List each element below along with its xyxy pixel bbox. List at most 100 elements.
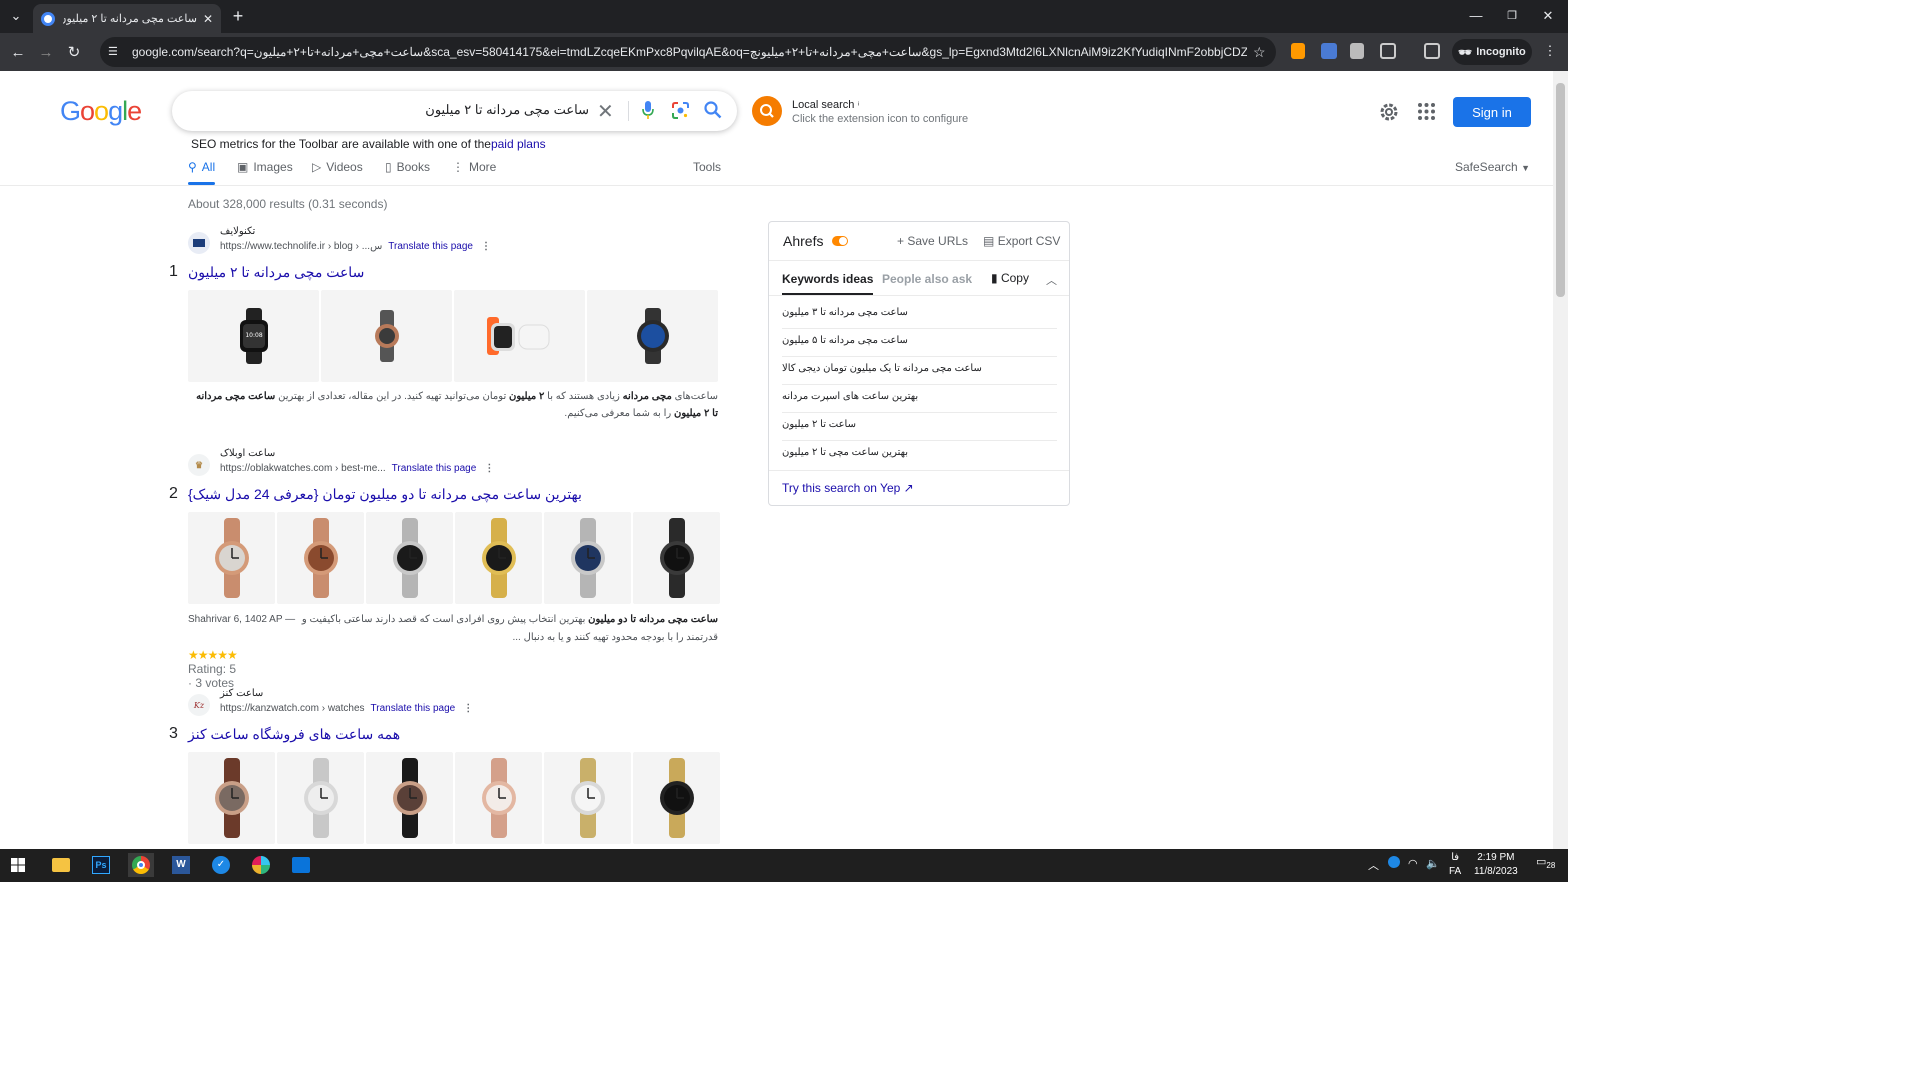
tab-keywords-ideas[interactable]: Keywords ideas — [782, 272, 874, 295]
copy-button[interactable]: ▮ Copy — [991, 271, 1029, 285]
translate-link[interactable]: Translate this page — [392, 463, 477, 474]
amazon-extension-icon[interactable] — [1291, 43, 1305, 59]
app-v-icon[interactable]: ✓ — [208, 853, 234, 877]
result-url[interactable]: https://kanzwatch.com › watches — [220, 703, 365, 714]
watch-thumbnail[interactable] — [633, 752, 720, 844]
watch-thumbnail[interactable] — [277, 752, 364, 844]
watch-thumbnail[interactable] — [455, 752, 542, 844]
close-tab-icon[interactable]: ✕ — [203, 12, 213, 26]
google-logo[interactable]: Google — [60, 96, 142, 127]
side-panel-icon[interactable] — [1424, 43, 1440, 59]
watch-thumbnail[interactable] — [277, 512, 364, 604]
bookmark-star-icon[interactable]: ☆ — [1253, 44, 1266, 61]
collapse-icon[interactable]: ︿ — [1046, 272, 1057, 288]
translate-link[interactable]: Translate this page — [388, 241, 473, 252]
watch-thumbnail[interactable] — [454, 290, 585, 382]
system-clock[interactable]: 2:19 PM 11/8/2023 — [1474, 851, 1518, 879]
tab-more[interactable]: ⋮ More — [452, 160, 496, 174]
tab-books[interactable]: ▯ Books — [385, 160, 430, 174]
show-hidden-icons-icon[interactable]: ︿ — [1368, 857, 1379, 873]
browser-tab[interactable]: ساعت مچی مردانه تا ۲ میلیون - Google ✕ — [33, 4, 221, 33]
tab-videos[interactable]: ▷ Videos — [312, 160, 363, 174]
tab-images[interactable]: ▣ Images — [237, 160, 293, 174]
yep-search-link[interactable]: Try this search on Yep ↗ — [782, 481, 914, 495]
clear-search-icon[interactable]: ✕ — [597, 99, 614, 124]
window-close-icon[interactable]: ✕ — [1538, 6, 1558, 26]
sign-in-button[interactable]: Sign in — [1453, 97, 1531, 127]
google-apps-icon[interactable] — [1418, 103, 1435, 120]
watch-thumbnail[interactable] — [587, 290, 718, 382]
windows-start-icon[interactable] — [5, 853, 31, 877]
watch-thumbnail[interactable]: 10:08 — [188, 290, 319, 382]
page-scrollbar[interactable] — [1553, 71, 1568, 849]
back-icon[interactable]: ← — [4, 44, 32, 61]
tray-app-icon[interactable] — [1388, 856, 1400, 871]
keyword-item[interactable]: ساعت تا ۲ میلیون — [782, 413, 1057, 441]
incognito-indicator[interactable]: 🕶 Incognito — [1452, 39, 1532, 65]
voice-search-icon[interactable] — [642, 101, 654, 119]
result-url[interactable]: https://oblakwatches.com › best-me... — [220, 463, 386, 474]
export-csv-button[interactable]: ▤ Export CSV — [983, 234, 1060, 248]
result-title-link[interactable]: ساعت مچی مردانه تا ۲ میلیون — [188, 264, 364, 281]
keyword-item[interactable]: ساعت مچی مردانه تا یک میلیون تومان دیجی … — [782, 357, 1057, 385]
minimize-icon[interactable]: — — [1466, 6, 1486, 26]
address-bar[interactable]: ☰ google.com/search?q=ساعت+مچی+مردانه+تا… — [100, 37, 1276, 67]
watch-thumbnail[interactable] — [633, 512, 720, 604]
result-title-link[interactable]: همه ساعت های فروشگاه ساعت کنز — [188, 726, 400, 743]
photoshop-icon[interactable]: Ps — [88, 853, 114, 877]
save-urls-button[interactable]: + Save URLs — [897, 234, 968, 248]
translate-link[interactable]: Translate this page — [371, 703, 456, 714]
word-icon[interactable]: W — [168, 853, 194, 877]
lens-search-icon[interactable] — [672, 102, 689, 119]
watch-thumbnail[interactable] — [366, 752, 453, 844]
watch-thumbnail[interactable] — [188, 512, 275, 604]
slack-icon[interactable] — [248, 853, 274, 877]
chrome-icon[interactable] — [128, 853, 154, 877]
new-tab-icon[interactable]: + — [228, 6, 248, 26]
extensions-puzzle-icon[interactable] — [1380, 43, 1396, 59]
tab-people-also-ask[interactable]: People also ask — [882, 272, 972, 286]
reload-icon[interactable]: ↻ — [60, 43, 88, 61]
more-options-icon[interactable]: ⋮ — [484, 463, 494, 474]
result-url[interactable]: https://www.technolife.ir › blog › ...س — [220, 241, 382, 252]
ahrefs-toggle[interactable] — [832, 236, 848, 246]
more-options-icon[interactable]: ⋮ — [481, 241, 491, 252]
info-icon[interactable]: ⁱ — [857, 100, 859, 110]
safesearch-dropdown[interactable]: SafeSearch ▼ — [1455, 160, 1530, 174]
notifications-icon[interactable]: ▭28 — [1536, 855, 1555, 870]
scrollbar-thumb[interactable] — [1556, 83, 1565, 297]
extension-icon[interactable] — [1350, 43, 1364, 59]
watch-thumbnail[interactable] — [544, 752, 631, 844]
network-icon[interactable]: ◠ — [1408, 857, 1418, 870]
watch-thumbnail[interactable] — [188, 752, 275, 844]
translate-extension-icon[interactable] — [1321, 43, 1337, 59]
watch-thumbnail[interactable] — [321, 290, 452, 382]
search-box[interactable]: ساعت مچی مردانه تا ۲ میلیون ✕ — [172, 91, 737, 131]
search-input[interactable]: ساعت مچی مردانه تا ۲ میلیون — [425, 102, 589, 118]
keyword-item[interactable]: ساعت مچی مردانه تا ۳ میلیون — [782, 301, 1057, 329]
watch-thumbnail[interactable] — [366, 512, 453, 604]
url-text: google.com/search?q=ساعت+مچی+مردانه+تا+۲… — [132, 45, 1247, 59]
tools-button[interactable]: Tools — [693, 160, 721, 174]
restore-icon[interactable]: ❐ — [1502, 6, 1522, 26]
search-icon[interactable] — [704, 101, 722, 119]
keyword-item[interactable]: ساعت مچی مردانه تا ۵ میلیون — [782, 329, 1057, 357]
keyword-item[interactable]: بهترین ساعت مچی تا ۲ میلیون — [782, 441, 1057, 469]
tab-search-icon[interactable]: ⌄ — [6, 6, 26, 26]
more-options-icon[interactable]: ⋮ — [463, 703, 473, 714]
tab-all[interactable]: ⚲ All — [188, 160, 216, 185]
photos-app-icon[interactable] — [288, 853, 314, 877]
volume-icon[interactable]: 🔈 — [1426, 857, 1440, 870]
paid-plans-link[interactable]: paid plans — [491, 137, 546, 151]
external-link-icon: ↗ — [903, 481, 914, 495]
keyword-item[interactable]: بهترین ساعت های اسپرت مردانه — [782, 385, 1057, 413]
browser-menu-icon[interactable]: ⋮ — [1540, 41, 1560, 61]
site-info-icon[interactable]: ☰ — [108, 45, 124, 59]
watch-thumbnail[interactable] — [544, 512, 631, 604]
result-title-link[interactable]: بهترین ساعت مچی مردانه تا دو میلیون توما… — [188, 486, 582, 503]
settings-gear-icon[interactable] — [1378, 101, 1400, 123]
language-indicator[interactable]: فا FA — [1449, 851, 1461, 879]
watch-thumbnail[interactable] — [455, 512, 542, 604]
file-explorer-icon[interactable] — [48, 853, 74, 877]
forward-icon[interactable]: → — [32, 44, 60, 61]
